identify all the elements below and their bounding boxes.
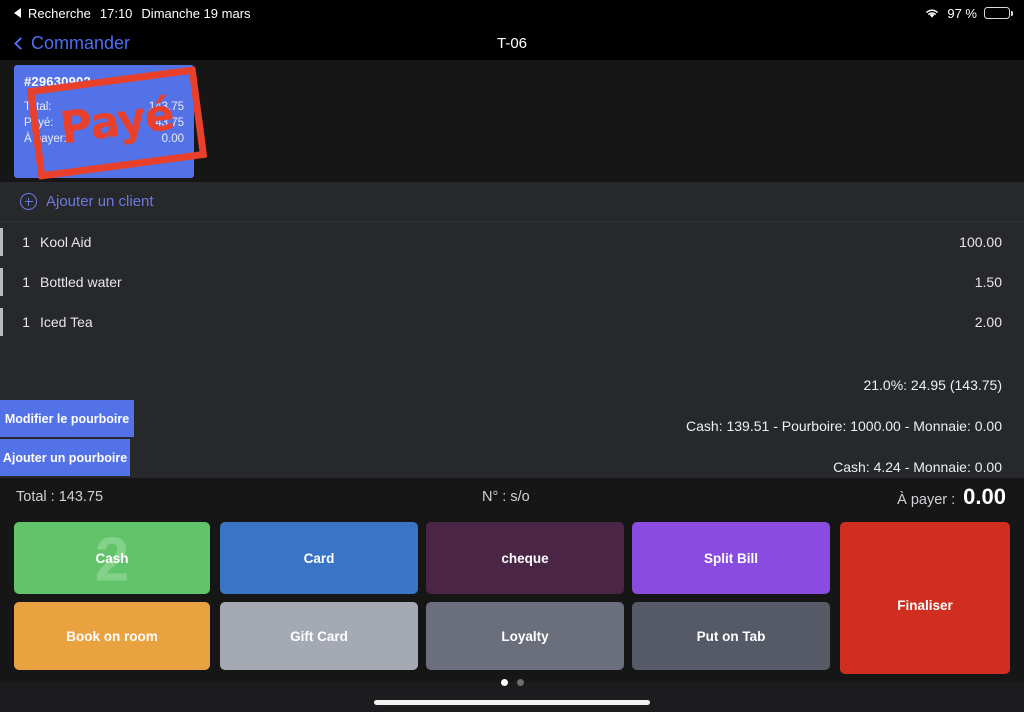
battery-icon — [984, 7, 1013, 19]
item-quantity: 1 — [22, 314, 30, 330]
order-card-row-paid: Payé: 143.75 — [24, 117, 184, 129]
order-total-value: 143.75 — [148, 101, 184, 113]
table-row[interactable]: 1 Iced Tea 2.00 — [0, 302, 1024, 342]
status-back-app-label[interactable]: Recherche — [28, 6, 91, 21]
add-customer-row[interactable]: Ajouter un client — [0, 182, 1024, 222]
pagination-dot-1[interactable] — [500, 679, 508, 686]
pos-payment-screen: Recherche 17:10 Dimanche 19 mars 97 % Co… — [0, 0, 1024, 712]
payment-button-finalize[interactable]: Finaliser — [840, 522, 1010, 674]
order-card[interactable]: #29630902 Total: 143.75 Payé: 143.75 À p… — [14, 65, 208, 180]
payment-button-book-on-room[interactable]: Book on room — [14, 602, 210, 670]
payment-button-label: Finaliser — [897, 598, 953, 613]
payment-button-label: Put on Tab — [696, 628, 766, 644]
order-card-row-due: À payer: 0.00 — [24, 133, 184, 145]
status-time: 17:10 — [99, 5, 133, 21]
item-price: 2.00 — [974, 314, 1002, 330]
total-amount-label: Total : 143.75 — [16, 489, 104, 505]
payment-button-cheque[interactable]: cheque — [426, 522, 624, 594]
navigation-bar: Commander T-06 — [0, 26, 1024, 60]
amount-due-label: À payer : — [897, 492, 956, 508]
item-name: Iced Tea — [40, 314, 93, 330]
totals-bar: Total : 143.75 N° : s/o À payer : 0.00 — [0, 478, 1024, 518]
row-handle[interactable] — [0, 268, 3, 296]
table-row[interactable]: 1 Bottled water 1.50 — [0, 262, 1024, 302]
order-items-list: 1 Kool Aid 100.00 1 Bottled water 1.50 1… — [0, 222, 1024, 370]
item-price: 100.00 — [959, 234, 1002, 250]
item-name: Kool Aid — [40, 234, 92, 250]
tax-summary-line: 21.0%: 24.95 (143.75) — [863, 377, 1002, 393]
payment-button-card[interactable]: Card — [220, 522, 418, 594]
pagination-dots[interactable] — [0, 679, 1024, 686]
payment-button-label: Card — [303, 550, 335, 566]
payment-button-put-on-tab[interactable]: Put on Tab — [632, 602, 830, 670]
pagination-dot-2[interactable] — [516, 679, 524, 686]
payment-button-split-bill[interactable]: Split Bill — [632, 522, 830, 594]
order-card-row-total: Total: 143.75 — [24, 101, 184, 113]
item-quantity: 1 — [22, 274, 30, 290]
status-bar-right: 97 % — [924, 6, 1024, 21]
order-due-label: À payer: — [24, 133, 67, 145]
page-title: T-06 — [496, 34, 527, 52]
payment-button-label: Book on room — [66, 628, 158, 644]
payment-button-label: Split Bill — [704, 550, 758, 566]
payment-button-loyalty[interactable]: Loyalty — [426, 602, 624, 670]
amount-due-group: À payer : 0.00 — [897, 484, 1006, 510]
payment-button-label: Cash — [95, 550, 129, 566]
order-paid-value: 143.75 — [148, 117, 184, 129]
add-tip-button[interactable]: Ajouter un pourboire — [0, 439, 130, 476]
payment-button-label: cheque — [501, 550, 549, 566]
payment-summary-line-1: Cash: 139.51 - Pourboire: 1000.00 - Monn… — [686, 418, 1002, 434]
payment-button-label: Loyalty — [501, 628, 549, 644]
order-number: #29630902 — [24, 74, 91, 89]
add-customer-label: Ajouter un client — [46, 193, 154, 210]
modify-tip-button[interactable]: Modifier le pourboire — [0, 400, 134, 437]
battery-percent-label: 97 % — [947, 5, 977, 21]
item-quantity: 1 — [22, 234, 30, 250]
payment-button-cash[interactable]: 2 Cash — [14, 522, 210, 594]
status-bar-left: Recherche 17:10 Dimanche 19 mars — [0, 6, 251, 21]
order-number-label: N° : s/o — [482, 489, 530, 505]
add-tip-label: Ajouter un pourboire — [2, 450, 128, 465]
item-price: 1.50 — [974, 274, 1002, 290]
plus-circle-icon — [20, 193, 37, 210]
order-paid-label: Payé: — [24, 117, 54, 129]
table-row[interactable]: 1 Kool Aid 100.00 — [0, 222, 1024, 262]
payment-button-gift-card[interactable]: Gift Card — [220, 602, 418, 670]
amount-due-value: 0.00 — [963, 484, 1006, 509]
home-indicator — [374, 700, 650, 705]
row-handle[interactable] — [0, 308, 3, 336]
modify-tip-label: Modifier le pourboire — [4, 411, 130, 426]
status-date: Dimanche 19 mars — [141, 5, 251, 21]
payment-button-label: Gift Card — [290, 628, 348, 644]
order-due-value: 0.00 — [161, 133, 184, 145]
item-name: Bottled water — [40, 274, 122, 290]
wifi-icon — [926, 9, 939, 18]
status-bar: Recherche 17:10 Dimanche 19 mars 97 % — [0, 0, 1024, 26]
payment-methods-grid: 2 Cash Card cheque Split Bill Finaliser … — [0, 518, 1024, 682]
row-handle[interactable] — [0, 228, 3, 256]
payment-summary-line-2: Cash: 4.24 - Monnaie: 0.00 — [833, 459, 1002, 475]
order-summary: 21.0%: 24.95 (143.75) Cash: 139.51 - Pou… — [0, 368, 1024, 478]
back-triangle-icon[interactable] — [14, 8, 21, 18]
order-total-label: Total: — [24, 101, 52, 113]
order-card-strip: #29630902 Total: 143.75 Payé: 143.75 À p… — [0, 60, 1024, 182]
